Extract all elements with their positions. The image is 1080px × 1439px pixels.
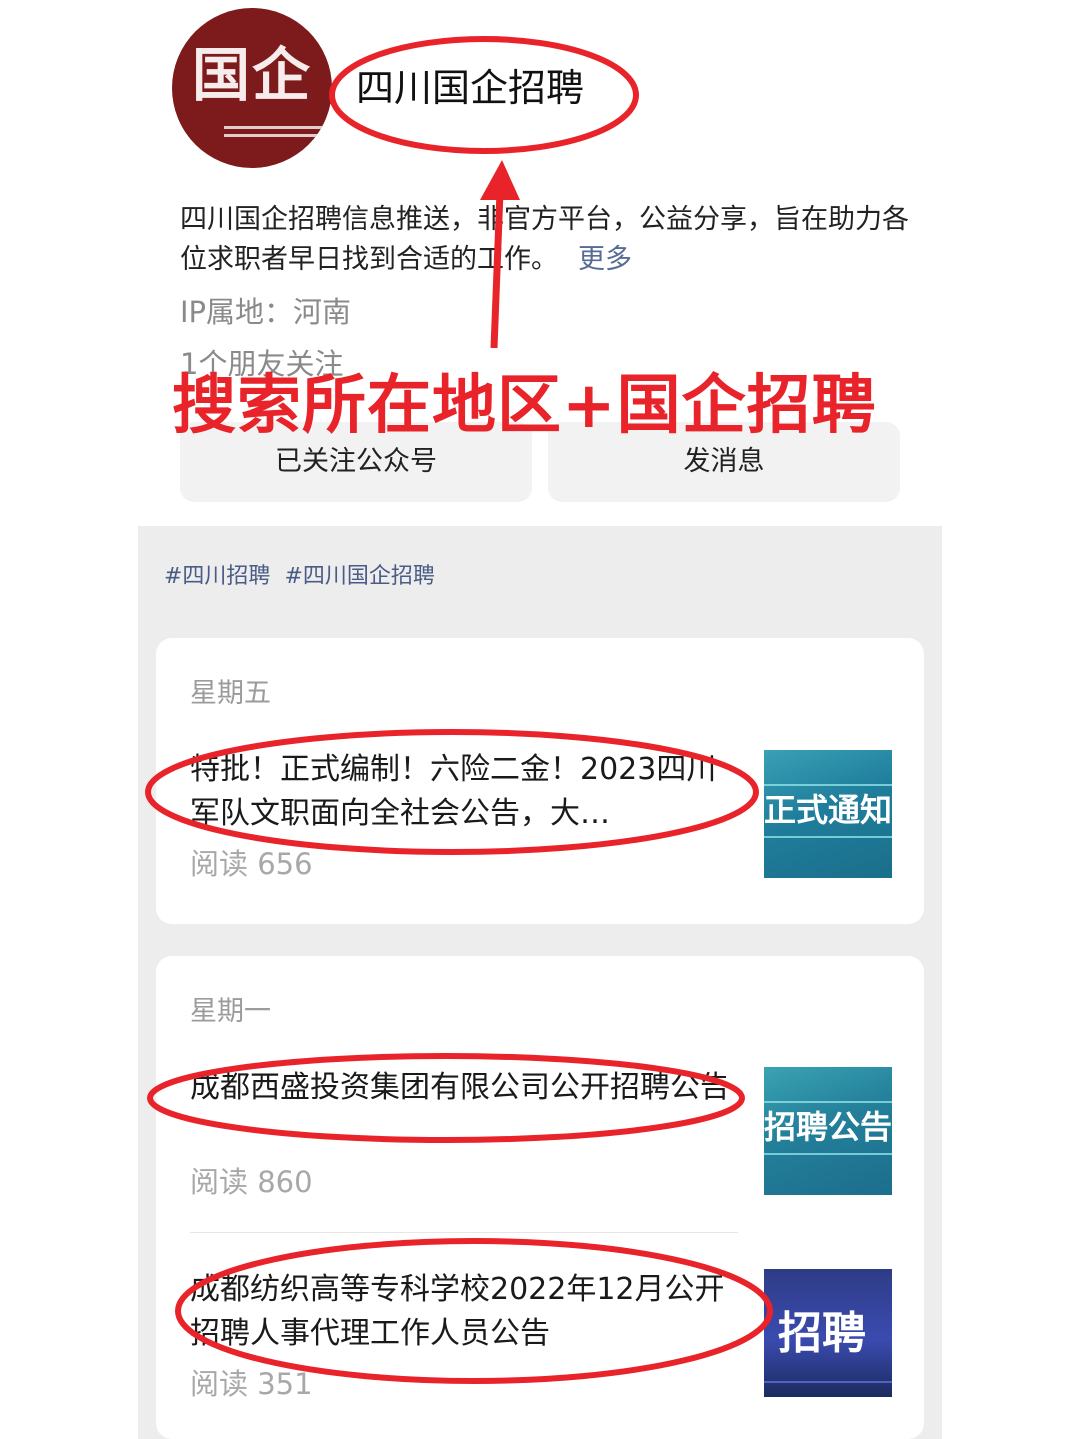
avatar-logo-text: 国企 <box>191 41 312 109</box>
description-text: 四川国企招聘信息推送，非官方平台，公益分享，旨在助力各位求职者早日找到合适的工作… <box>180 204 909 275</box>
article-thumbnail[interactable]: 正式通知 <box>764 750 892 878</box>
account-name: 四川国企招聘 <box>356 66 585 110</box>
thumb-decor-line <box>764 1381 892 1383</box>
thumbnail-text: 招聘公告 <box>764 1108 892 1146</box>
article-divider <box>190 1232 738 1233</box>
thumb-decor-line <box>764 1153 892 1155</box>
article-thumbnail[interactable]: 招聘 <box>764 1269 892 1397</box>
avatar-decor-line <box>224 134 328 137</box>
account-description: 四川国企招聘信息推送，非官方平台，公益分享，旨在助力各位求职者早日找到合适的工作… <box>180 200 910 280</box>
thumb-decor-line <box>764 836 892 838</box>
arrow-head-icon <box>480 160 520 200</box>
day-label: 星期五 <box>190 678 271 709</box>
tag-sichuan-recruitment[interactable]: #四川招聘 <box>164 564 270 589</box>
annotation-caption: 搜索所在地区+国企招聘 <box>172 369 877 443</box>
thumb-decor-line <box>764 784 892 786</box>
more-link[interactable]: 更多 <box>578 244 632 275</box>
account-avatar[interactable]: 国企 <box>172 8 332 168</box>
read-count: 阅读 656 <box>190 847 313 881</box>
read-count: 阅读 860 <box>190 1165 313 1199</box>
thumbnail-text: 正式通知 <box>764 791 892 829</box>
day-label: 星期一 <box>190 996 271 1027</box>
article-title[interactable]: 成都西盛投资集团有限公司公开招聘公告 <box>190 1066 738 1110</box>
article-thumbnail[interactable]: 招聘公告 <box>764 1067 892 1195</box>
thumbnail-text: 招聘 <box>778 1308 866 1359</box>
thumb-decor-line <box>764 1101 892 1103</box>
ip-location: IP属地：河南 <box>180 295 352 329</box>
read-count: 阅读 351 <box>190 1367 313 1401</box>
avatar-decor-line <box>224 126 328 129</box>
topic-tags: #四川招聘 #四川国企招聘 <box>164 562 449 592</box>
article-title[interactable]: 成都纺织高等专科学校2022年12月公开招聘人事代理工作人员公告 <box>190 1268 738 1356</box>
tag-sichuan-soe-recruitment[interactable]: #四川国企招聘 <box>284 564 434 589</box>
article-title[interactable]: 特批！正式编制！六险二金！2023四川军队文职面向全社会公告，大… <box>190 748 738 836</box>
